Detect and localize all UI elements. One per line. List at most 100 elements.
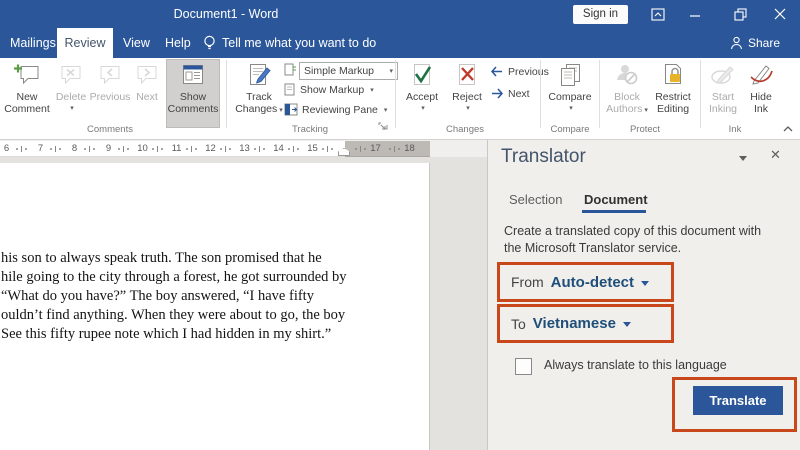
hide-ink-icon bbox=[748, 63, 774, 91]
reject-button[interactable]: Reject ▾ bbox=[447, 60, 487, 127]
compare-button[interactable]: Compare ▾ bbox=[546, 60, 594, 127]
text-line: his son to always speak truth. The son p… bbox=[1, 250, 322, 266]
dropdown-arrow-icon: ▾ bbox=[389, 68, 393, 75]
next-comment-icon bbox=[135, 63, 159, 91]
start-inking-button[interactable]: Start Inking bbox=[704, 60, 742, 127]
tab-mailings[interactable]: Mailings bbox=[0, 28, 66, 58]
pane-description-line2: the Microsoft Translator service. bbox=[504, 241, 682, 255]
dropdown-arrow-icon: ▾ bbox=[569, 105, 573, 112]
next-change-button[interactable]: Next bbox=[490, 88, 530, 100]
reviewing-pane-button[interactable]: Reviewing Pane ▾ bbox=[284, 103, 387, 116]
ruler: 6 7 8 9 10 11 12 13 14 15 17 18 bbox=[0, 140, 487, 157]
ribbon-tab-row: Mailings Review View Help Tell me what y… bbox=[0, 28, 800, 58]
dropdown-arrow-icon: ▾ bbox=[370, 86, 374, 94]
tab-review[interactable]: Review bbox=[57, 28, 113, 58]
block-authors-icon bbox=[614, 63, 640, 91]
from-value: Auto-detect bbox=[550, 273, 634, 291]
ink-group-label: Ink bbox=[728, 124, 742, 135]
tracking-dialog-launcher-icon[interactable] bbox=[378, 122, 388, 132]
minimize-icon[interactable] bbox=[685, 6, 705, 22]
show-comments-button[interactable]: Show Comments bbox=[166, 59, 220, 128]
document-page[interactable]: his son to always speak truth. The son p… bbox=[0, 163, 430, 450]
hide-ink-button[interactable]: Hide Ink bbox=[744, 60, 778, 127]
person-icon bbox=[730, 36, 743, 50]
restore-icon[interactable] bbox=[730, 6, 750, 22]
group-separator bbox=[540, 60, 541, 128]
collapse-ribbon-icon[interactable] bbox=[782, 124, 794, 133]
ruler-number: 8 bbox=[71, 143, 78, 154]
ribbon-display-options-icon[interactable] bbox=[648, 6, 668, 22]
restrict-editing-button[interactable]: Restrict Editing bbox=[650, 60, 696, 127]
reviewing-pane-icon bbox=[284, 103, 298, 116]
dropdown-arrow-icon: ▾ bbox=[644, 107, 648, 114]
share-button[interactable]: Share bbox=[730, 30, 780, 56]
ruler-number: 11 bbox=[171, 143, 182, 154]
tracking-group-label: Tracking bbox=[291, 124, 329, 135]
share-label: Share bbox=[748, 36, 781, 50]
close-icon[interactable] bbox=[770, 6, 790, 22]
compare-group-label: Compare bbox=[550, 124, 590, 135]
reject-icon bbox=[455, 63, 479, 91]
document-canvas: his son to always speak truth. The son p… bbox=[0, 157, 487, 450]
tab-help[interactable]: Help bbox=[155, 28, 201, 58]
block-authors-button[interactable]: Block Authors ▾ bbox=[604, 60, 650, 127]
document-text: his son to always speak truth. The son p… bbox=[0, 163, 429, 344]
ruler-number: 7 bbox=[37, 143, 44, 154]
accept-icon bbox=[410, 63, 434, 91]
delete-comment-button[interactable]: Delete ▾ bbox=[52, 60, 90, 127]
ruler-number: 10 bbox=[137, 143, 148, 154]
pane-description-line1: Create a translated copy of this documen… bbox=[504, 224, 762, 238]
group-separator bbox=[395, 60, 396, 128]
pane-options-arrow-icon[interactable] bbox=[739, 156, 747, 161]
track-changes-button[interactable]: Track Changes ▾ bbox=[232, 60, 286, 127]
protect-group-label: Protect bbox=[629, 124, 661, 135]
previous-comment-button[interactable]: Previous bbox=[90, 60, 130, 127]
lightbulb-icon bbox=[203, 35, 216, 51]
text-line: ouldn’t find anything. When they were ab… bbox=[1, 307, 346, 323]
from-language-dropdown[interactable]: From Auto-detect bbox=[500, 265, 671, 299]
tab-document[interactable]: Document bbox=[584, 192, 648, 207]
always-translate-checkbox[interactable] bbox=[515, 358, 532, 375]
tell-me-label: Tell me what you want to do bbox=[222, 36, 377, 50]
dropdown-arrow-icon: ▾ bbox=[466, 105, 470, 112]
accept-button[interactable]: Accept ▾ bbox=[401, 60, 443, 127]
show-comments-icon bbox=[180, 63, 206, 91]
compare-icon bbox=[557, 63, 583, 91]
title-bar: Document1 - Word Sign in bbox=[0, 0, 800, 28]
group-separator bbox=[226, 60, 227, 128]
ruler-number: 6 bbox=[3, 143, 10, 154]
from-label: From bbox=[511, 274, 544, 290]
tab-selection[interactable]: Selection bbox=[509, 192, 562, 207]
translate-button[interactable]: Translate bbox=[693, 386, 783, 415]
group-separator bbox=[599, 60, 600, 128]
start-inking-icon bbox=[710, 63, 736, 91]
ruler-number: 9 bbox=[105, 143, 112, 154]
next-comment-button[interactable]: Next bbox=[131, 60, 163, 127]
ruler-number: 15 bbox=[307, 143, 318, 154]
changes-group-label: Changes bbox=[445, 124, 485, 135]
previous-change-icon bbox=[490, 66, 504, 78]
display-for-review-icon bbox=[284, 63, 297, 76]
text-line: hile going to the city through a forest,… bbox=[1, 269, 347, 285]
sign-in-button[interactable]: Sign in bbox=[573, 5, 628, 24]
show-markup-button[interactable]: Show Markup ▾ bbox=[284, 83, 374, 96]
ruler-number: 18 bbox=[404, 143, 415, 154]
pane-close-icon[interactable]: ✕ bbox=[770, 147, 781, 163]
tab-view[interactable]: View bbox=[113, 28, 160, 58]
new-comment-button[interactable]: New Comment bbox=[4, 60, 50, 127]
to-language-dropdown[interactable]: To Vietnamese bbox=[500, 307, 671, 340]
tell-me-box[interactable]: Tell me what you want to do bbox=[203, 28, 376, 58]
ruler-number: 13 bbox=[239, 143, 250, 154]
dropdown-arrow-icon: ▾ bbox=[279, 107, 283, 114]
always-translate-label: Always translate to this language bbox=[544, 358, 727, 372]
previous-comment-icon bbox=[98, 63, 122, 91]
chevron-down-icon bbox=[641, 280, 649, 286]
simple-markup-dropdown[interactable]: Simple Markup ▾ bbox=[299, 62, 398, 80]
delete-comment-icon bbox=[59, 63, 83, 91]
ruler-number: 17 bbox=[370, 143, 381, 154]
next-change-icon bbox=[490, 88, 504, 100]
track-changes-icon bbox=[246, 63, 272, 91]
show-markup-icon bbox=[284, 83, 296, 96]
chevron-down-icon bbox=[622, 322, 631, 327]
text-line: See this fifty rupee note which I had hi… bbox=[1, 326, 332, 342]
